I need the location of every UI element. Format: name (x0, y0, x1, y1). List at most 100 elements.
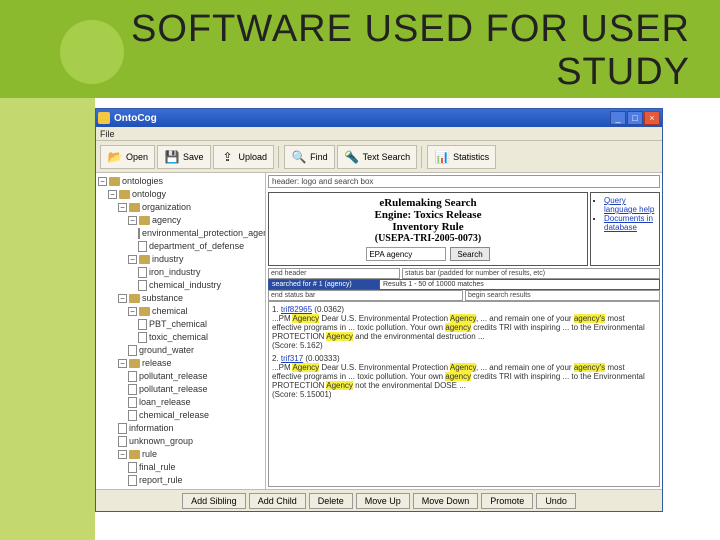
tree-node[interactable]: industry (152, 253, 184, 266)
tree-node[interactable]: substance (142, 292, 183, 305)
tree-leaf[interactable]: report_rule (139, 474, 183, 487)
tree-leaf[interactable]: environmental_protection_agency (142, 227, 266, 240)
upload-icon: ⇪ (220, 149, 236, 165)
tree-leaf[interactable]: ground_water (139, 344, 194, 357)
header-caption: header: logo and search box (268, 175, 660, 188)
tree-node[interactable]: ontology (132, 188, 166, 201)
tree-leaf[interactable]: chemical_industry (149, 279, 221, 292)
maximize-button[interactable]: □ (627, 111, 643, 125)
folder-icon (129, 203, 140, 212)
toolbar: 📂Open 💾Save ⇪Upload 🔍Find 🔦Text Search 📊… (96, 141, 662, 173)
page-icon (128, 410, 137, 421)
app-window: OntoCog _ □ × File 📂Open 💾Save ⇪Upload 🔍… (95, 108, 663, 512)
link-documents[interactable]: Documents in database (604, 214, 653, 232)
tree-leaf[interactable]: pollutant_release (139, 383, 208, 396)
folder-icon (119, 190, 130, 199)
save-icon: 💾 (164, 149, 180, 165)
page-icon (138, 280, 147, 291)
tree-node[interactable]: release (142, 357, 172, 370)
page-icon (138, 319, 147, 330)
page-icon (128, 462, 137, 473)
content-pane: header: logo and search box eRulemaking … (266, 173, 662, 489)
tree-leaf[interactable]: loan_release (139, 396, 191, 409)
tree-node[interactable]: ontologies (122, 175, 163, 188)
page-icon (138, 241, 147, 252)
textsearch-button[interactable]: 🔦Text Search (337, 145, 418, 169)
add-child-button[interactable]: Add Child (249, 493, 306, 509)
window-title: OntoCog (114, 113, 610, 124)
close-button[interactable]: × (644, 111, 660, 125)
page-icon (128, 371, 137, 382)
folder-icon (129, 450, 140, 459)
status-cell: status bar (padded for number of results… (402, 268, 660, 279)
undo-button[interactable]: Undo (536, 493, 576, 509)
tree-node[interactable]: rule (142, 448, 157, 461)
collapse-icon[interactable]: − (118, 359, 127, 368)
collapse-icon[interactable]: − (118, 203, 127, 212)
folder-icon (109, 177, 120, 186)
collapse-icon[interactable]: − (118, 450, 127, 459)
page-icon (138, 228, 140, 239)
page-icon (118, 436, 127, 447)
result-link[interactable]: trif317 (281, 354, 303, 363)
minimize-button[interactable]: _ (610, 111, 626, 125)
promote-button[interactable]: Promote (481, 493, 533, 509)
tree-leaf[interactable]: iron_industry (149, 266, 201, 279)
tree-node[interactable]: agency (152, 214, 181, 227)
tree-leaf[interactable]: information (129, 422, 174, 435)
tree-leaf[interactable]: department_of_defense (149, 240, 244, 253)
menubar: File (96, 127, 662, 141)
collapse-icon[interactable]: − (128, 255, 137, 264)
tree-node[interactable]: organization (142, 201, 191, 214)
result-item[interactable]: 2. trif317 (0.00333) ...PM Agency Dear U… (272, 354, 656, 399)
search-button[interactable]: Search (450, 247, 489, 261)
results-count: Results 1 - 50 of 10000 matches (380, 279, 660, 290)
find-button[interactable]: 🔍Find (284, 145, 335, 169)
ontology-tree[interactable]: −ontologies −ontology −organization −age… (96, 173, 266, 489)
tree-leaf[interactable]: PBT_chemical (149, 318, 207, 331)
collapse-icon[interactable]: − (128, 307, 137, 316)
tree-leaf[interactable]: unknown_group (129, 435, 193, 448)
folder-icon (129, 294, 140, 303)
collapse-icon[interactable]: − (98, 177, 107, 186)
collapse-icon[interactable]: − (128, 216, 137, 225)
collapse-icon[interactable]: − (118, 294, 127, 303)
status-cell: end status bar (268, 290, 463, 301)
move-down-button[interactable]: Move Down (413, 493, 479, 509)
tree-node[interactable]: chemical (152, 305, 188, 318)
help-links: Query language help Documents in databas… (590, 192, 660, 266)
tree-leaf[interactable]: toxic_chemical (149, 331, 208, 344)
tree-leaf[interactable]: pollutant_release (139, 370, 208, 383)
page-icon (128, 475, 137, 486)
tree-node[interactable]: community (142, 487, 186, 489)
toolbar-separator (278, 146, 280, 168)
save-button[interactable]: 💾Save (157, 145, 211, 169)
page-icon (138, 332, 147, 343)
move-up-button[interactable]: Move Up (356, 493, 410, 509)
collapse-icon[interactable]: − (108, 190, 117, 199)
page-icon (138, 267, 147, 278)
delete-button[interactable]: Delete (309, 493, 353, 509)
upload-button[interactable]: ⇪Upload (213, 145, 275, 169)
search-summary: searched for # 1 (agency) (268, 279, 380, 290)
statistics-icon: 📊 (434, 149, 450, 165)
tree-leaf[interactable]: final_rule (139, 461, 176, 474)
link-query-help[interactable]: Query language help (604, 196, 654, 214)
tree-leaf[interactable]: chemical_release (139, 409, 209, 422)
folder-icon (139, 255, 150, 264)
folder-icon (139, 216, 150, 225)
bottom-toolbar: Add Sibling Add Child Delete Move Up Mov… (96, 489, 662, 511)
status-cell: end header (268, 268, 400, 279)
page-icon (128, 384, 137, 395)
result-link[interactable]: trif82965 (281, 305, 312, 314)
statistics-button[interactable]: 📊Statistics (427, 145, 496, 169)
folder-icon (129, 359, 140, 368)
add-sibling-button[interactable]: Add Sibling (182, 493, 246, 509)
app-icon (98, 112, 110, 124)
open-button[interactable]: 📂Open (100, 145, 155, 169)
search-input[interactable] (366, 247, 446, 261)
result-item[interactable]: 1. trif82965 (0.0362) ...PM Agency Dear … (272, 305, 656, 350)
window-titlebar[interactable]: OntoCog _ □ × (96, 109, 662, 127)
menu-file[interactable]: File (100, 129, 115, 139)
textsearch-icon: 🔦 (344, 149, 360, 165)
